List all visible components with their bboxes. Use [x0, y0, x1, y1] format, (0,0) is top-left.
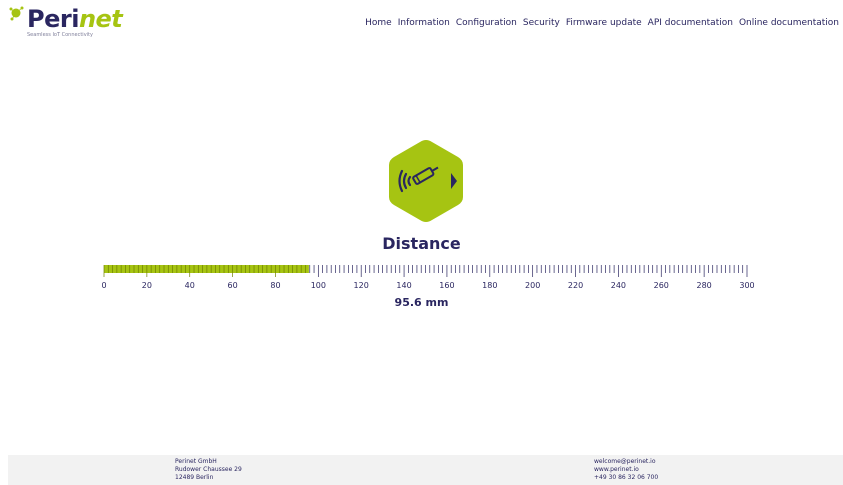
scale-label: 260	[654, 281, 669, 290]
main-nav: Home Information Configuration Security …	[365, 18, 839, 28]
nav-api-documentation[interactable]: API documentation	[648, 18, 733, 28]
nav-security[interactable]: Security	[523, 18, 560, 28]
footer-company: Perinet GmbH	[175, 458, 217, 465]
logo-tagline: Seamless IoT Connectivity	[27, 32, 93, 38]
scale-label: 300	[739, 281, 754, 290]
footer-address: Perinet GmbH Rudower Chaussee 29 12489 B…	[175, 458, 242, 482]
scale-label: 40	[185, 281, 195, 290]
sensor-value: 95.6 mm	[394, 296, 449, 309]
scale-label: 160	[439, 281, 454, 290]
nav-online-documentation[interactable]: Online documentation	[739, 18, 839, 28]
scale-label: 140	[396, 281, 411, 290]
footer-email[interactable]: welcome@perinet.io	[594, 458, 658, 466]
scale-label: 220	[568, 281, 583, 290]
footer-street: Rudower Chaussee 29	[175, 466, 242, 473]
logo-mark-icon	[9, 6, 24, 21]
nav-information[interactable]: Information	[398, 18, 450, 28]
scale-fill	[104, 265, 309, 273]
perinet-logo[interactable]: Perinet Seamless IoT Connectivity	[9, 5, 123, 40]
footer-city: 12489 Berlin	[175, 474, 214, 481]
distance-scale: 0 20 40 60 80 100 120 140 160 180 200 220 240 260 280 3…	[101, 265, 755, 290]
footer-phone: +49 30 86 32 06 700	[594, 474, 659, 481]
sensor-title: Distance	[382, 234, 461, 253]
scale-label: 240	[611, 281, 626, 290]
scale-label: 20	[142, 281, 152, 290]
scale-label: 0	[101, 281, 106, 290]
distance-sensor-icon	[389, 140, 463, 222]
nav-firmware-update[interactable]: Firmware update	[566, 18, 642, 28]
scale-label: 80	[270, 281, 280, 290]
footer-contact: welcome@perinet.io www.perinet.io +49 30…	[594, 458, 658, 482]
logo-wordmark: Perinet	[27, 5, 123, 33]
nav-configuration[interactable]: Configuration	[456, 18, 517, 28]
scale-label: 120	[354, 281, 369, 290]
scale-label: 280	[696, 281, 711, 290]
scale-label: 180	[482, 281, 497, 290]
nav-home[interactable]: Home	[365, 18, 392, 28]
footer: Perinet GmbH Rudower Chaussee 29 12489 B…	[8, 455, 843, 485]
scale-label: 200	[525, 281, 540, 290]
header: Perinet Seamless IoT Connectivity Home I…	[0, 0, 843, 46]
footer-web[interactable]: www.perinet.io	[594, 466, 658, 474]
scale-label: 100	[311, 281, 326, 290]
scale-label: 60	[228, 281, 238, 290]
